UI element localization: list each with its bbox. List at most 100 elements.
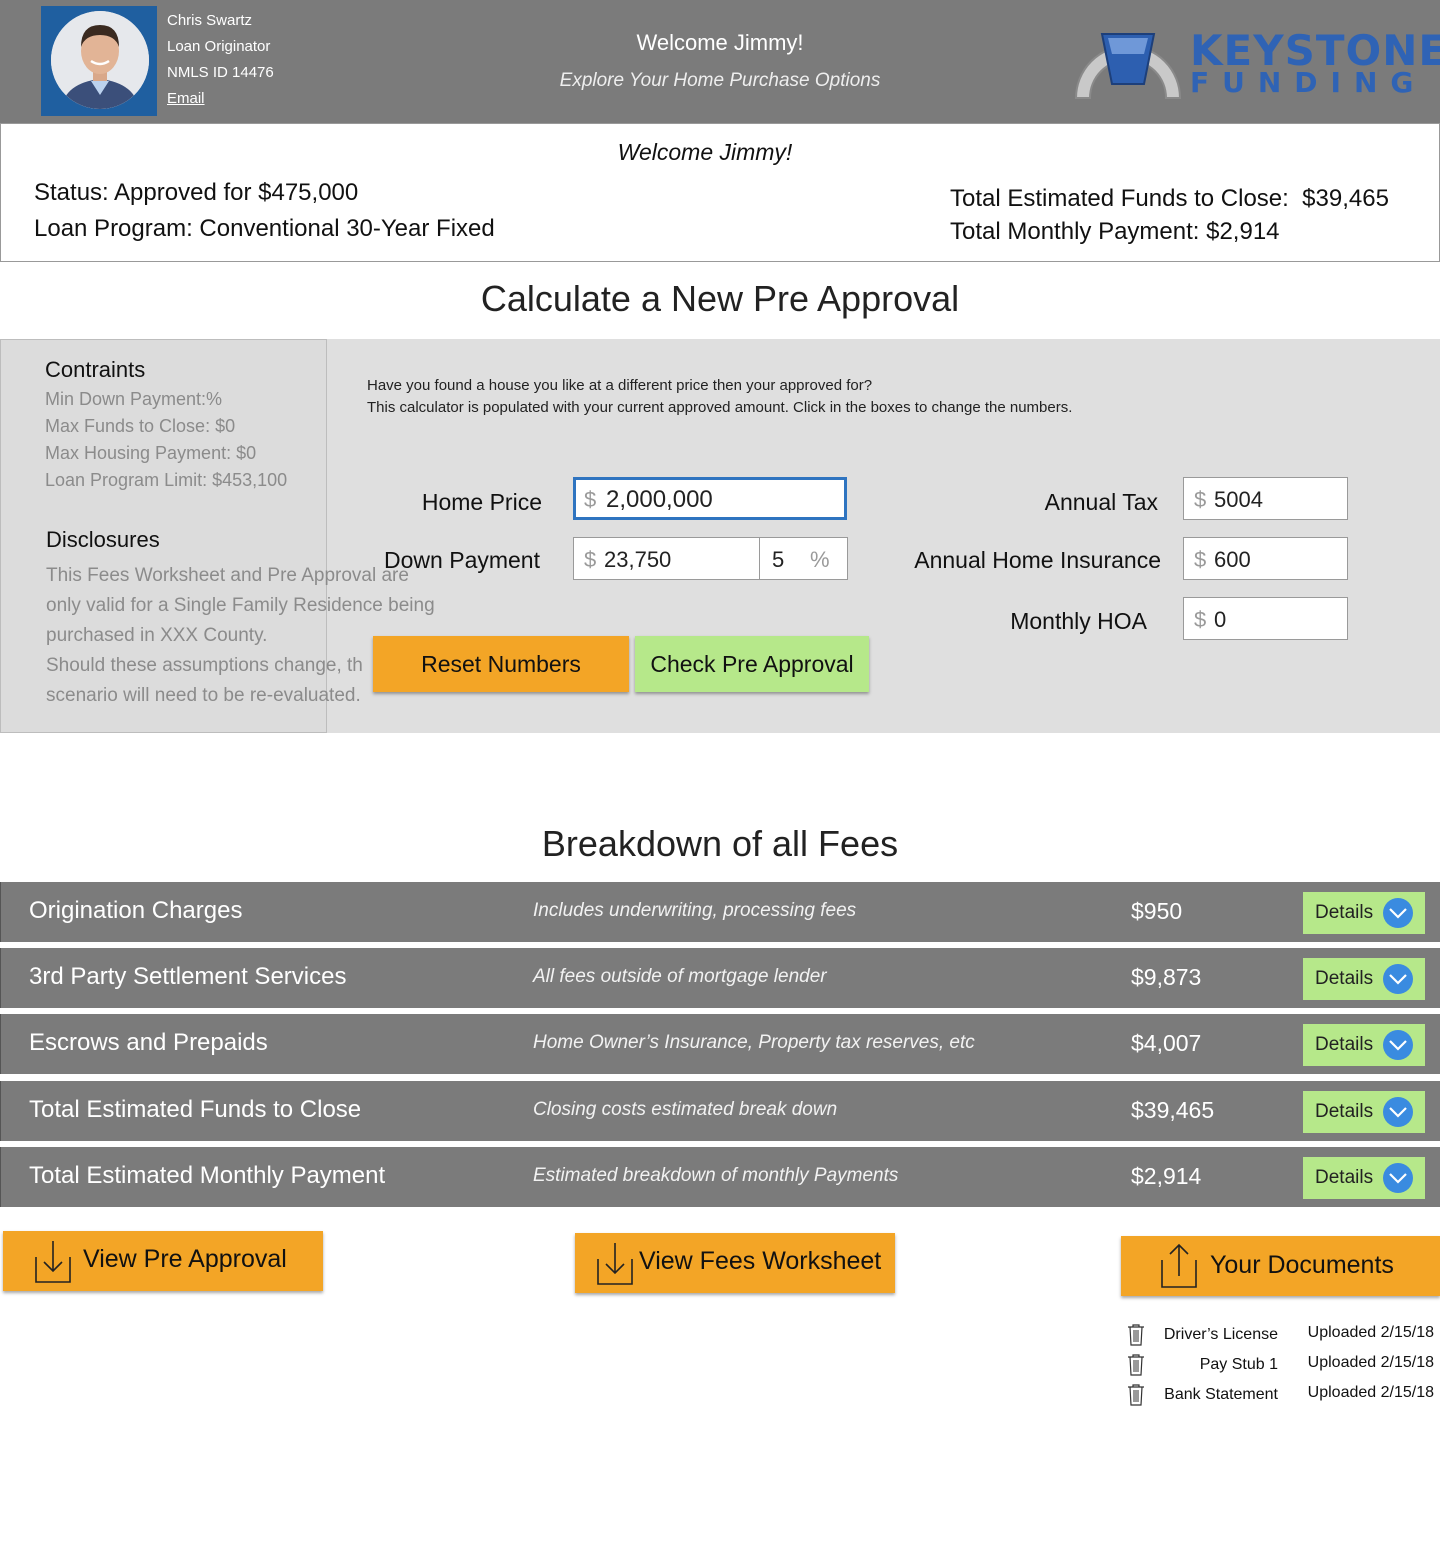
approval-status: Status: Approved for $475,000 bbox=[34, 179, 359, 206]
constraint-program-limit: Loan Program Limit: $453,100 bbox=[45, 470, 288, 490]
monthly-hoa-input[interactable]: $ 0 bbox=[1183, 597, 1348, 640]
your-documents-button[interactable]: Your Documents bbox=[1121, 1236, 1440, 1296]
annual-tax-value: 5004 bbox=[1214, 487, 1263, 512]
fee-description: All fees outside of mortgage lender bbox=[533, 966, 827, 987]
reset-numbers-button[interactable]: Reset Numbers bbox=[373, 636, 629, 692]
trash-icon[interactable] bbox=[1126, 1383, 1146, 1412]
loan-officer-nmls: NMLS ID 14476 bbox=[167, 64, 274, 81]
disclosure-line: purchased in XXX County. bbox=[46, 625, 268, 646]
fee-amount: $4,007 bbox=[1131, 1030, 1202, 1056]
calculator-intro-line1: Have you found a house you like at a dif… bbox=[367, 377, 873, 394]
fee-row-third-party: 3rd Party Settlement Services All fees o… bbox=[0, 948, 1440, 1008]
constraint-max-housing: Max Housing Payment: $0 bbox=[45, 443, 257, 463]
document-name: Driver’s License bbox=[1163, 1326, 1278, 1343]
chevron-down-icon bbox=[1383, 1097, 1413, 1127]
document-name: Bank Statement bbox=[1164, 1386, 1278, 1403]
down-payment-amount-value: 23,750 bbox=[604, 547, 672, 572]
monthly-hoa-value: 0 bbox=[1214, 607, 1227, 632]
annual-tax-label: Annual Tax bbox=[1044, 489, 1158, 515]
document-status: Uploaded 2/15/18 bbox=[1307, 1324, 1434, 1341]
calculator-intro-line2: This calculator is populated with your c… bbox=[367, 399, 1073, 416]
constraints-heading: Contraints bbox=[45, 357, 146, 382]
currency-symbol: $ bbox=[1194, 607, 1207, 632]
your-documents-label: Your Documents bbox=[1210, 1251, 1394, 1279]
details-label: Details bbox=[1315, 968, 1374, 989]
currency-symbol: $ bbox=[584, 547, 597, 572]
constraint-max-funds: Max Funds to Close: $0 bbox=[45, 416, 236, 436]
fee-name: Total Estimated Monthly Payment bbox=[29, 1162, 386, 1189]
details-label: Details bbox=[1315, 1101, 1374, 1122]
header-welcome: Welcome Jimmy! bbox=[636, 30, 804, 55]
upload-icon bbox=[1159, 1242, 1199, 1297]
keystone-logo: KEYSTONE FUNDING bbox=[1072, 24, 1440, 102]
trash-icon[interactable] bbox=[1126, 1353, 1146, 1382]
fee-name: 3rd Party Settlement Services bbox=[29, 963, 347, 990]
download-icon bbox=[595, 1241, 635, 1294]
fee-amount: $39,465 bbox=[1131, 1097, 1215, 1123]
details-label: Details bbox=[1315, 1034, 1374, 1055]
details-button[interactable]: Details bbox=[1303, 958, 1425, 1000]
annual-tax-input[interactable]: $ 5004 bbox=[1183, 477, 1348, 520]
loan-officer-name: Chris Swartz bbox=[167, 12, 253, 29]
home-price-input[interactable]: $ 2,000,000 bbox=[573, 477, 847, 520]
document-row: Driver’s License Uploaded 2/15/18 bbox=[1126, 1322, 1436, 1348]
document-status: Uploaded 2/15/18 bbox=[1307, 1384, 1434, 1401]
home-price-label: Home Price bbox=[421, 489, 542, 515]
fee-row-funds-to-close: Total Estimated Funds to Close Closing c… bbox=[0, 1081, 1440, 1141]
document-name: Pay Stub 1 bbox=[1199, 1356, 1278, 1373]
fee-row-origination: Origination Charges Includes underwritin… bbox=[0, 882, 1440, 942]
fee-amount: $9,873 bbox=[1131, 964, 1202, 990]
fee-name: Total Estimated Funds to Close bbox=[29, 1096, 362, 1123]
status-welcome: Welcome Jimmy! bbox=[617, 139, 793, 165]
disclosures-heading: Disclosures bbox=[46, 527, 160, 552]
view-pre-approval-button[interactable]: View Pre Approval bbox=[3, 1231, 323, 1291]
chevron-down-icon bbox=[1383, 964, 1413, 994]
header-tagline: Explore Your Home Purchase Options bbox=[559, 70, 881, 91]
loan-officer-title: Loan Originator bbox=[167, 38, 271, 55]
loan-program: Loan Program: Conventional 30-Year Fixed bbox=[34, 215, 495, 242]
details-button[interactable]: Details bbox=[1303, 1157, 1425, 1199]
disclosure-line: Should these assumptions change, th bbox=[46, 655, 363, 676]
loan-officer-avatar bbox=[41, 6, 157, 116]
document-row: Bank Statement Uploaded 2/15/18 bbox=[1126, 1382, 1436, 1408]
details-button[interactable]: Details bbox=[1303, 892, 1425, 934]
chevron-down-icon bbox=[1383, 1030, 1413, 1060]
logo-text-line2: FUNDING bbox=[1190, 66, 1427, 99]
currency-symbol: $ bbox=[584, 487, 597, 512]
view-pre-approval-label: View Pre Approval bbox=[83, 1245, 287, 1273]
annual-insurance-label: Annual Home Insurance bbox=[914, 547, 1161, 573]
fee-description: Estimated breakdown of monthly Payments bbox=[533, 1165, 899, 1186]
view-fees-worksheet-label: View Fees Worksheet bbox=[639, 1247, 882, 1275]
down-payment-amount-input[interactable]: $ 23,750 bbox=[573, 537, 760, 580]
document-row: Pay Stub 1 Uploaded 2/15/18 bbox=[1126, 1352, 1436, 1378]
down-payment-percent-value: 5 bbox=[772, 547, 785, 572]
chevron-down-icon bbox=[1383, 898, 1413, 928]
document-status: Uploaded 2/15/18 bbox=[1307, 1354, 1434, 1371]
down-payment-label: Down Payment bbox=[384, 547, 540, 573]
annual-insurance-input[interactable]: $ 600 bbox=[1183, 537, 1348, 580]
details-label: Details bbox=[1315, 1167, 1374, 1188]
fee-row-escrows: Escrows and Prepaids Home Owner’s Insura… bbox=[0, 1014, 1440, 1074]
keystone-logo-icon bbox=[1074, 33, 1182, 99]
constraint-min-down: Min Down Payment:% bbox=[45, 389, 223, 409]
email-link[interactable]: Email bbox=[167, 90, 205, 107]
fees-title: Breakdown of all Fees bbox=[541, 823, 899, 864]
disclosure-line: scenario will need to be re-evaluated. bbox=[46, 685, 361, 706]
annual-insurance-value: 600 bbox=[1214, 547, 1251, 572]
calculator-title: Calculate a New Pre Approval bbox=[480, 278, 960, 319]
funds-to-close-summary: Total Estimated Funds to Close: $39,465 bbox=[950, 185, 1389, 212]
check-pre-approval-button[interactable]: Check Pre Approval bbox=[635, 636, 869, 692]
disclosure-line: only valid for a Single Family Residence… bbox=[46, 595, 435, 616]
view-fees-worksheet-button[interactable]: View Fees Worksheet bbox=[575, 1233, 895, 1293]
fee-description: Closing costs estimated break down bbox=[533, 1099, 838, 1120]
percent-symbol: % bbox=[810, 547, 830, 572]
fee-name: Escrows and Prepaids bbox=[29, 1029, 268, 1056]
details-button[interactable]: Details bbox=[1303, 1024, 1425, 1066]
trash-icon[interactable] bbox=[1126, 1323, 1146, 1352]
details-label: Details bbox=[1315, 902, 1374, 923]
currency-symbol: $ bbox=[1194, 487, 1207, 512]
chevron-down-icon bbox=[1383, 1163, 1413, 1193]
details-button[interactable]: Details bbox=[1303, 1091, 1425, 1133]
down-payment-percent-input[interactable]: 5 % bbox=[759, 537, 848, 580]
home-price-value: 2,000,000 bbox=[606, 486, 713, 513]
